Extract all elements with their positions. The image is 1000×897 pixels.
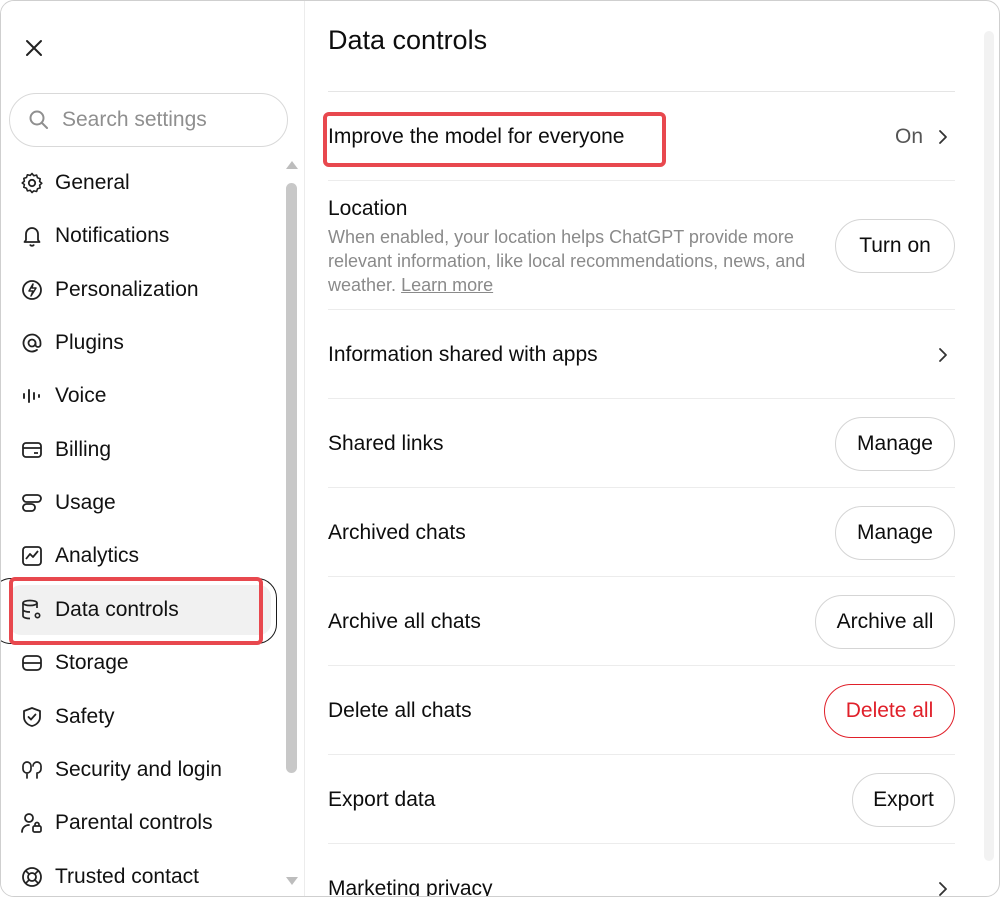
- sidebar-item-parental-controls[interactable]: Parental controls: [9, 798, 271, 848]
- sidebar-item-label: Personalization: [55, 278, 199, 301]
- page-title: Data controls: [328, 25, 488, 55]
- chevron-right-icon: [939, 882, 947, 896]
- sidebar-item-safety[interactable]: Safety: [9, 692, 271, 742]
- sidebar-item-label: Analytics: [55, 544, 140, 567]
- sidebar-item-label: Security and login: [55, 758, 222, 781]
- usage-icon: [19, 490, 45, 516]
- sidebar-item-label: Voice: [55, 384, 107, 407]
- export-data-row: Export data Export: [328, 755, 955, 844]
- row-label: Delete all chats: [328, 699, 472, 722]
- close-icon: [26, 40, 42, 56]
- parental-lock-icon: [19, 810, 45, 836]
- sidebar-scrollbar[interactable]: [285, 161, 299, 891]
- chevron-right-icon: [939, 130, 947, 144]
- improve-model-status: On: [894, 125, 923, 148]
- sidebar-item-security-and-login[interactable]: Security and login: [9, 745, 271, 795]
- scroll-thumb[interactable]: [286, 183, 297, 773]
- storage-drive-icon: [19, 650, 45, 676]
- sidebar-item-notifications[interactable]: Notifications: [9, 211, 271, 261]
- archive-all-chats-row: Archive all chats Archive all: [328, 577, 955, 666]
- improve-model-row[interactable]: Improve the model for everyone On: [328, 92, 955, 181]
- archived-chats-manage-button[interactable]: Manage: [835, 506, 955, 560]
- row-label: Marketing privacy: [328, 877, 493, 897]
- sidebar-item-personalization[interactable]: Personalization: [9, 265, 271, 315]
- search-field[interactable]: [9, 93, 288, 147]
- sidebar-item-usage[interactable]: Usage: [9, 478, 271, 528]
- shared-links-manage-button[interactable]: Manage: [835, 417, 955, 471]
- sidebar-item-label: Trusted contact: [55, 865, 199, 888]
- sidebar-item-analytics[interactable]: Analytics: [9, 531, 271, 581]
- description-text: When enabled, your location helps ChatGP…: [328, 227, 806, 295]
- archived-chats-row: Archived chats Manage: [328, 488, 955, 577]
- learn-more-link[interactable]: Learn more: [401, 275, 493, 295]
- voice-waveform-icon: [19, 383, 45, 409]
- sidebar-item-label: Storage: [55, 651, 129, 674]
- row-label: Location: [328, 197, 408, 220]
- row-label: Archived chats: [328, 521, 466, 544]
- sidebar-item-label: Parental controls: [55, 811, 213, 834]
- data-controls-panel: Data controls Improve the model for ever…: [305, 1, 999, 897]
- analytics-chart-icon: [19, 543, 45, 569]
- sidebar-item-label: General: [55, 171, 130, 194]
- sidebar-item-label: Billing: [55, 438, 112, 461]
- shield-check-icon: [19, 704, 45, 730]
- settings-window: General Notifications Personalization Pl…: [0, 0, 1000, 897]
- scroll-up-arrow-icon[interactable]: [286, 161, 298, 169]
- bell-icon: [19, 223, 45, 249]
- personalization-icon: [19, 277, 45, 303]
- chevron-right-icon: [939, 348, 947, 362]
- information-shared-with-apps-row[interactable]: Information shared with apps: [328, 310, 955, 399]
- row-label: Export data: [328, 788, 436, 811]
- database-gear-icon: [19, 597, 45, 623]
- location-turn-on-button[interactable]: Turn on: [835, 219, 955, 273]
- close-button[interactable]: [19, 33, 49, 63]
- row-label: Improve the model for everyone: [328, 125, 625, 148]
- location-row: Location When enabled, your location hel…: [328, 181, 955, 310]
- gear-icon: [19, 170, 45, 196]
- scroll-down-arrow-icon[interactable]: [286, 877, 298, 885]
- delete-all-chats-row: Delete all chats Delete all: [328, 666, 955, 755]
- sidebar-item-label: Usage: [55, 491, 116, 514]
- credit-card-icon: [19, 437, 45, 463]
- row-label: Information shared with apps: [328, 343, 598, 366]
- marketing-privacy-row[interactable]: Marketing privacy: [328, 844, 955, 897]
- lifebuoy-icon: [19, 864, 45, 890]
- sidebar-item-trusted-contact[interactable]: Trusted contact: [9, 852, 271, 896]
- sidebar-item-data-controls[interactable]: Data controls: [9, 585, 271, 635]
- main-scrollbar[interactable]: [984, 31, 994, 891]
- archive-all-button[interactable]: Archive all: [815, 595, 955, 649]
- sidebar-item-label: Data controls: [55, 598, 179, 621]
- security-login-icon: [19, 757, 45, 783]
- sidebar-item-label: Safety: [55, 705, 115, 728]
- shared-links-row: Shared links Manage: [328, 399, 955, 488]
- search-icon: [29, 110, 48, 129]
- main-scroll-thumb[interactable]: [984, 31, 994, 861]
- sidebar-item-plugins[interactable]: Plugins: [9, 318, 271, 368]
- sidebar-item-storage[interactable]: Storage: [9, 638, 271, 688]
- location-description: When enabled, your location helps ChatGP…: [328, 225, 828, 297]
- sidebar-item-billing[interactable]: Billing: [9, 425, 271, 475]
- sidebar-item-voice[interactable]: Voice: [9, 371, 271, 421]
- delete-all-button[interactable]: Delete all: [824, 684, 955, 738]
- export-button[interactable]: Export: [852, 773, 955, 827]
- search-input[interactable]: [62, 108, 262, 132]
- sidebar-item-label: Notifications: [55, 224, 170, 247]
- settings-sidebar: General Notifications Personalization Pl…: [1, 1, 305, 896]
- at-sign-icon: [19, 330, 45, 356]
- row-label: Archive all chats: [328, 610, 481, 633]
- sidebar-item-label: Plugins: [55, 331, 124, 354]
- sidebar-item-general[interactable]: General: [9, 158, 271, 208]
- row-label: Shared links: [328, 432, 444, 455]
